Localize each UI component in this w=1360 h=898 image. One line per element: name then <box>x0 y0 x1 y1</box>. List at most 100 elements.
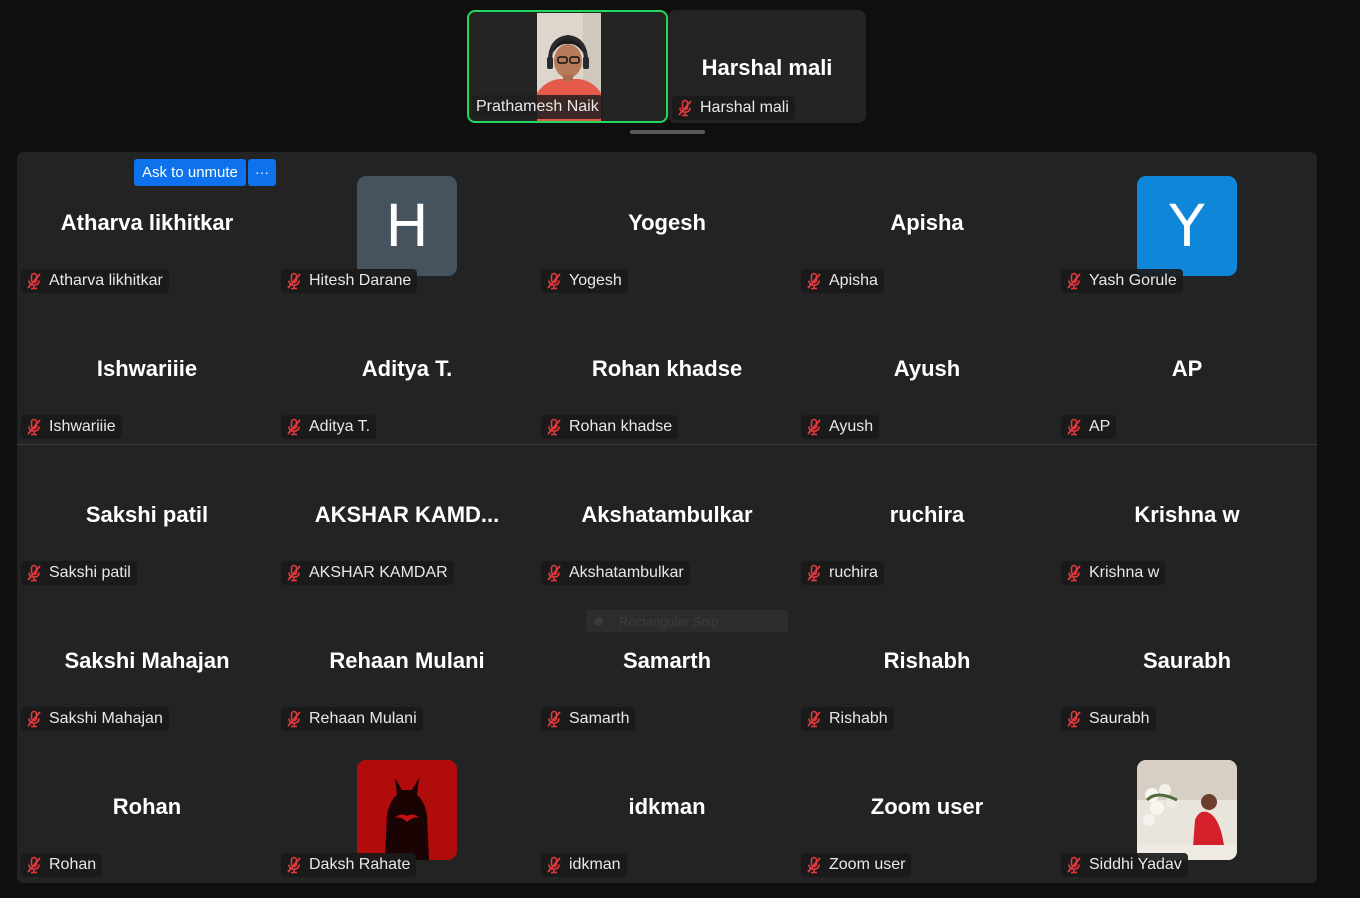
participant-name: Aditya T. <box>309 418 371 435</box>
participant-name-label: Sakshi patil <box>21 561 137 585</box>
muted-mic-icon <box>807 710 821 728</box>
participant-display-name: Rohan khadse <box>591 356 743 381</box>
muted-mic-icon <box>807 418 821 436</box>
participant-name-label: Atharva likhitkar <box>21 269 169 293</box>
participant-tile[interactable]: Siddhi Yadav <box>1057 736 1317 882</box>
participant-name: Rohan <box>49 856 97 873</box>
participant-name-label: idkman <box>541 853 627 877</box>
participant-name-label: Rehaan Mulani <box>281 707 423 731</box>
gallery-view: Ask to unmute ··· Rectangular Snip Athar… <box>17 152 1317 883</box>
participant-name: Krishna w <box>1089 564 1160 581</box>
participant-tile[interactable]: Daksh Rahate <box>277 736 537 882</box>
participant-display-name: Aditya T. <box>361 356 453 381</box>
participant-tile[interactable]: Rishabh Rishabh <box>797 590 1057 736</box>
participant-tile[interactable]: Samarth Samarth <box>537 590 797 736</box>
participant-tile[interactable]: Harshal mali Harshal mali <box>668 10 866 123</box>
participant-tile[interactable]: Rohan Rohan <box>17 736 277 882</box>
participant-tile[interactable]: Krishna w Krishna w <box>1057 444 1317 590</box>
participant-name-label: Apisha <box>801 269 884 293</box>
participant-display-name: Harshal mali <box>701 55 833 80</box>
participant-tile[interactable]: Rehaan Mulani Rehaan Mulani <box>277 590 537 736</box>
muted-mic-icon <box>287 418 301 436</box>
participant-tile[interactable]: Rohan khadse Rohan khadse <box>537 298 797 444</box>
participant-name: Hitesh Darane <box>309 272 412 289</box>
participant-display-name: Saurabh <box>1142 648 1232 673</box>
participant-name: Harshal mali <box>700 99 789 116</box>
participant-name: Ayush <box>829 418 874 435</box>
muted-mic-icon <box>27 564 41 582</box>
participant-display-name: AKSHAR KAMD... <box>314 502 500 527</box>
participant-name-label: Rishabh <box>801 707 894 731</box>
participant-avatar: H <box>357 176 457 276</box>
participant-name: AKSHAR KAMDAR <box>309 564 448 581</box>
participant-name: ruchira <box>829 564 878 581</box>
muted-mic-icon <box>1067 564 1081 582</box>
muted-mic-icon <box>1067 272 1081 290</box>
participant-name: Sakshi patil <box>49 564 131 581</box>
participant-name: Siddhi Yadav <box>1089 856 1182 873</box>
participant-tile[interactable]: Apisha Apisha <box>797 152 1057 298</box>
muted-mic-icon <box>287 856 301 874</box>
participant-name: Daksh Rahate <box>309 856 411 873</box>
participant-tile[interactable]: Ayush Ayush <box>797 298 1057 444</box>
participant-tile[interactable]: ruchira ruchira <box>797 444 1057 590</box>
participant-tile[interactable]: Sakshi patil Sakshi patil <box>17 444 277 590</box>
participant-display-name: Zoom user <box>870 794 984 819</box>
participant-name-label: Krishna w <box>1061 561 1166 585</box>
participant-name-label: Harshal mali <box>672 96 795 120</box>
muted-mic-icon <box>1067 710 1081 728</box>
participant-name-label: Yogesh <box>541 269 628 293</box>
participant-name: Apisha <box>829 272 878 289</box>
muted-mic-icon <box>547 856 561 874</box>
participant-tile[interactable]: Yogesh Yogesh <box>537 152 797 298</box>
participant-name: Rohan khadse <box>569 418 673 435</box>
participant-display-name: Samarth <box>622 648 712 673</box>
participant-name-label: Siddhi Yadav <box>1061 853 1188 877</box>
participant-display-name: Sakshi patil <box>85 502 209 527</box>
participant-name-label: Aditya T. <box>281 415 377 439</box>
participant-name-label: Ayush <box>801 415 880 439</box>
participant-tile[interactable]: Atharva likhitkar Atharva likhitkar <box>17 152 277 298</box>
participant-name: AP <box>1089 418 1111 435</box>
muted-mic-icon <box>287 564 301 582</box>
participant-tile[interactable]: idkman idkman <box>537 736 797 882</box>
participant-name-label: AP <box>1061 415 1117 439</box>
participant-display-name: Krishna w <box>1134 502 1240 527</box>
participant-name: Samarth <box>569 710 630 727</box>
participant-name: Yogesh <box>569 272 622 289</box>
participant-tile[interactable]: AP AP <box>1057 298 1317 444</box>
muted-mic-icon <box>1067 418 1081 436</box>
participant-tile[interactable]: H Hitesh Darane <box>277 152 537 298</box>
participant-tile[interactable]: Akshatambulkar Akshatambulkar <box>537 444 797 590</box>
participant-display-name: Yogesh <box>628 210 706 235</box>
muted-mic-icon <box>807 272 821 290</box>
participant-display-name: Ayush <box>893 356 961 381</box>
participant-name-label: Sakshi Mahajan <box>21 707 169 731</box>
participant-tile[interactable]: Zoom user Zoom user <box>797 736 1057 882</box>
participant-tile[interactable]: Y Yash Gorule <box>1057 152 1317 298</box>
participant-name-label: Zoom user <box>801 853 912 877</box>
muted-mic-icon <box>27 710 41 728</box>
participant-tile[interactable]: AKSHAR KAMD... AKSHAR KAMDAR <box>277 444 537 590</box>
participant-tile[interactable]: Ishwariiie Ishwariiie <box>17 298 277 444</box>
participant-display-name: Rishabh <box>883 648 971 673</box>
participant-name: Rehaan Mulani <box>309 710 417 727</box>
participant-name-label: Rohan <box>21 853 103 877</box>
muted-mic-icon <box>678 99 692 117</box>
muted-mic-icon <box>1067 856 1081 874</box>
participant-avatar: Y <box>1137 176 1237 276</box>
participant-name: Atharva likhitkar <box>49 272 163 289</box>
participant-name: Ishwariiie <box>49 418 116 435</box>
participant-name: Rishabh <box>829 710 888 727</box>
active-speaker-tile[interactable]: Prathamesh Naik <box>467 10 668 123</box>
muted-mic-icon <box>547 710 561 728</box>
filmstrip-resize-handle[interactable] <box>630 130 705 134</box>
participant-name: Akshatambulkar <box>569 564 684 581</box>
participant-display-name: ruchira <box>889 502 965 527</box>
participant-display-name: Ishwariiie <box>96 356 198 381</box>
participant-display-name: AP <box>1171 356 1203 381</box>
participant-tile[interactable]: Aditya T. Aditya T. <box>277 298 537 444</box>
participant-tile[interactable]: Saurabh Saurabh <box>1057 590 1317 736</box>
participant-tile[interactable]: Sakshi Mahajan Sakshi Mahajan <box>17 590 277 736</box>
muted-mic-icon <box>547 418 561 436</box>
